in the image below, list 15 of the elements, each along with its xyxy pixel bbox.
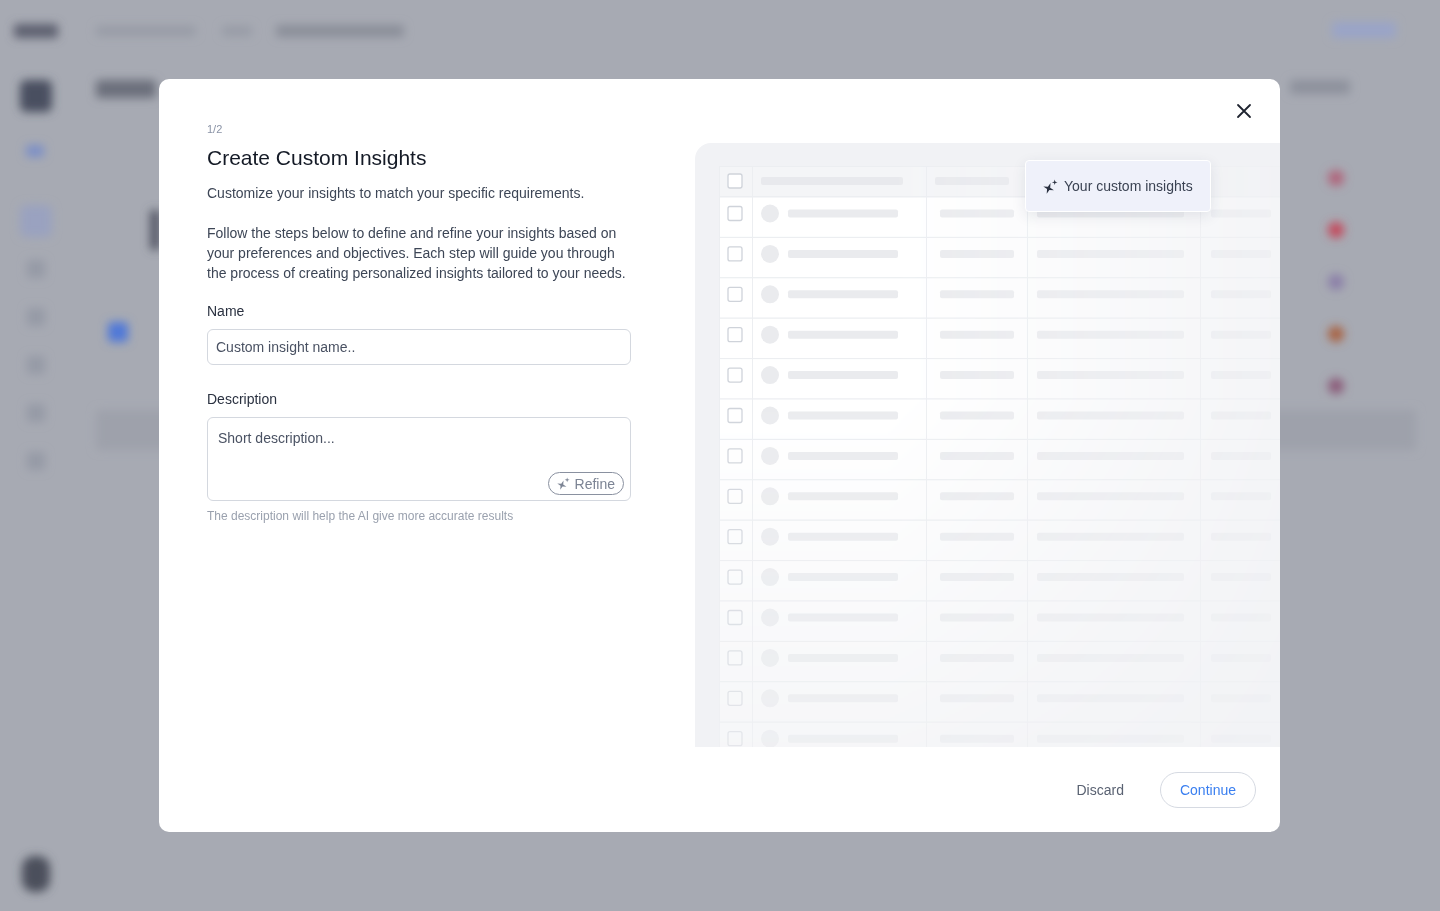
- field-label: Description: [207, 391, 279, 407]
- description-field[interactable]: Short description... Refine: [207, 417, 631, 501]
- close-button[interactable]: [1234, 101, 1254, 121]
- refine-button[interactable]: Refine: [547, 472, 624, 495]
- tooltip-text: Your custom insights: [1064, 178, 1193, 194]
- description-text: Customize your insights to match your specific requirements.: [207, 184, 586, 203]
- sparkle-icon: [1043, 178, 1058, 194]
- help-text: The description will help the AI give more accurate results: [207, 509, 515, 523]
- field-label: Name: [207, 303, 246, 319]
- description-text: Follow the steps below to define and refine your insights based on your preferences and objectives. Each step will guide you through the process of creating personalized insights tailored to your needs.: [207, 224, 627, 283]
- step-counter: 1/2: [207, 122, 224, 136]
- dialog-title: Create Custom Insights: [207, 145, 428, 171]
- name-field[interactable]: Custom insight name..: [207, 329, 631, 365]
- continue-button[interactable]: Continue: [1159, 771, 1256, 808]
- sparkle-icon: [556, 477, 570, 490]
